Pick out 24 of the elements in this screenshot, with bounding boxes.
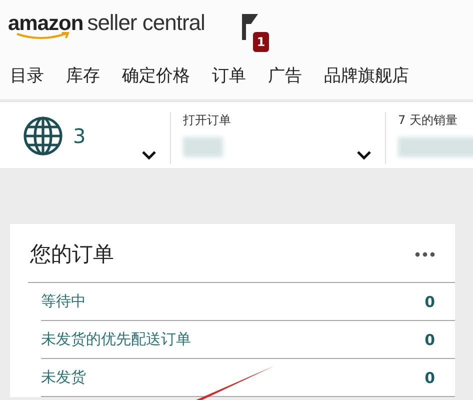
chevron-down-icon[interactable] [142, 151, 156, 160]
order-status-link[interactable]: 未发货 [41, 368, 86, 387]
stat-label: 打开订单 [183, 112, 232, 129]
notification-badge: 1 [252, 32, 270, 52]
nav-tab[interactable]: 目录 [10, 64, 44, 87]
nav-tab[interactable]: 确定价格 [122, 64, 190, 87]
globe-icon [23, 116, 63, 156]
blurred-value [183, 137, 223, 157]
order-count: 0 [424, 330, 435, 348]
stat-label: 7 天的销量 [398, 112, 458, 129]
nav-tab[interactable]: 广告 [268, 64, 302, 87]
smile-icon [16, 32, 70, 40]
nav-tab[interactable]: 订单 [212, 64, 246, 87]
order-count: 0 [424, 292, 435, 310]
nav-tab[interactable]: 品牌旗舰店 [324, 64, 409, 87]
chevron-down-icon[interactable] [357, 151, 371, 160]
nav-tab[interactable]: 库存 [66, 64, 100, 87]
order-status-link[interactable]: 等待中 [41, 292, 86, 311]
order-status-link[interactable]: 未发货的优先配送订单 [41, 330, 191, 349]
order-count: 0 [424, 368, 435, 386]
logo[interactable]: amazon seller central [8, 10, 205, 40]
marketplace-count: 3 [73, 124, 86, 148]
card-title: 您的订单 [30, 241, 114, 268]
more-icon[interactable] [415, 252, 435, 256]
